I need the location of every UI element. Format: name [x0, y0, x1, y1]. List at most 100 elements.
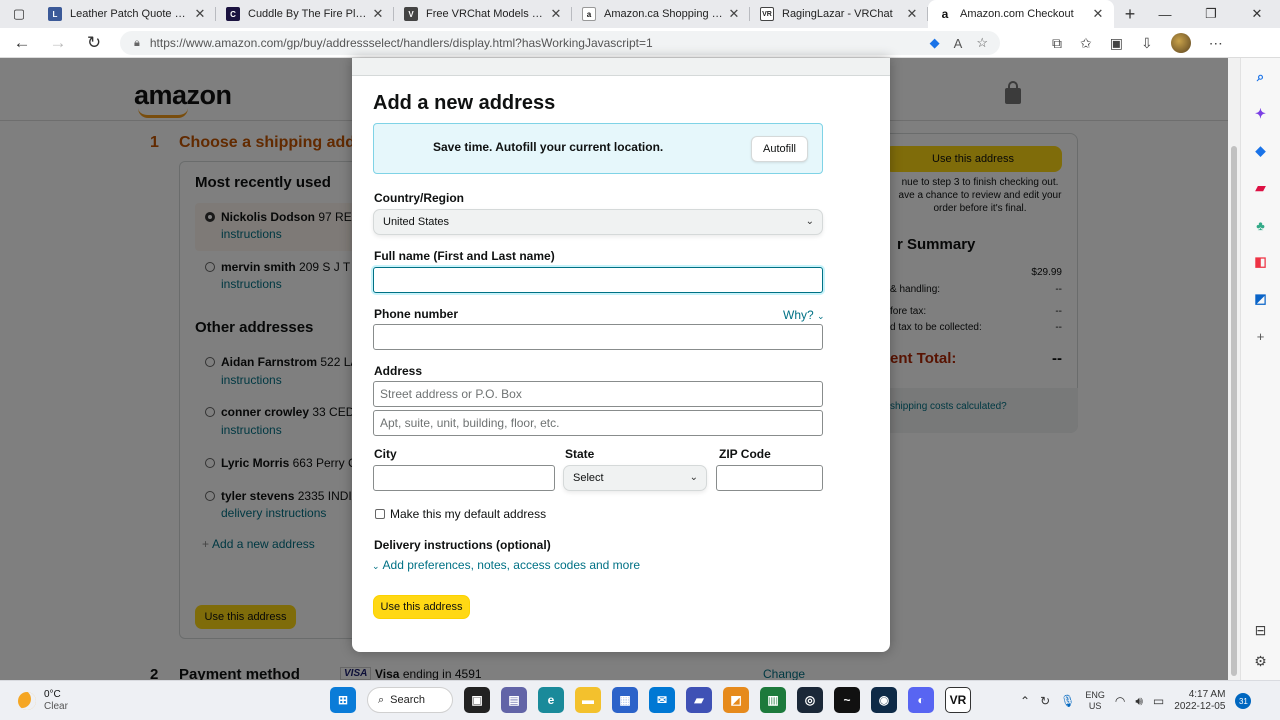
- toolbar-icons: ⧉ ✩ ▣ ⇩ ⋯: [1052, 28, 1223, 58]
- tab-close-icon[interactable]: ✕: [370, 6, 386, 22]
- weather-desc: Clear: [44, 701, 68, 712]
- modal-use-this-address-button[interactable]: Use this address: [373, 595, 470, 619]
- downloads-icon[interactable]: ⇩: [1141, 35, 1153, 52]
- add-sidebar-icon[interactable]: +: [1250, 325, 1272, 347]
- address-bar[interactable]: 🔒︎ https://www.amazon.com/gp/buy/address…: [120, 31, 1000, 55]
- zip-input[interactable]: [716, 465, 823, 491]
- city-input[interactable]: [373, 465, 555, 491]
- volume-icon[interactable]: 🔊︎: [1135, 694, 1143, 709]
- tools-icon[interactable]: ▰: [1250, 177, 1272, 199]
- edge-browser-icon[interactable]: e: [538, 687, 564, 713]
- teams-chat-icon[interactable]: ▤: [501, 687, 527, 713]
- browser-tab[interactable]: V Free VRChat Models & Avat ✕: [394, 0, 572, 28]
- tab-close-icon[interactable]: ✕: [904, 6, 920, 22]
- file-explorer-icon[interactable]: ▬: [575, 687, 601, 713]
- browser-tab[interactable]: C Cuddle By The Fire Place ✕: [216, 0, 394, 28]
- store-icon[interactable]: ▦: [612, 687, 638, 713]
- lock-icon[interactable]: 🔒︎: [134, 37, 140, 50]
- steam-icon[interactable]: ◎: [797, 687, 823, 713]
- tab-actions-icon[interactable]: ▢: [0, 0, 38, 28]
- discord-icon[interactable]: ◐: [908, 687, 934, 713]
- browser-tab[interactable]: VR RagingLazar - VRChat ✕: [750, 0, 928, 28]
- games-icon[interactable]: ♣: [1250, 214, 1272, 236]
- favorites-icon[interactable]: ✩: [1080, 35, 1092, 52]
- country-value: United States: [383, 216, 450, 228]
- office-icon[interactable]: ◧: [1250, 251, 1272, 273]
- clock-date: 2022-12-05: [1174, 701, 1226, 712]
- state-label: State: [565, 447, 595, 461]
- scrollbar-thumb[interactable]: [1231, 146, 1237, 676]
- add-address-modal: Add a new address Save time. Autofill yo…: [352, 58, 890, 652]
- minimize-icon[interactable]: —: [1142, 0, 1188, 28]
- taskbar-search[interactable]: ⌕ Search: [367, 687, 453, 713]
- search-icon[interactable]: ⌕: [1250, 66, 1272, 88]
- chevron-down-icon: ⌄: [372, 561, 380, 571]
- chevron-down-icon: ⌄: [817, 311, 825, 321]
- task-view-icon[interactable]: ▣: [464, 687, 490, 713]
- why-link-text: Why?: [783, 308, 814, 322]
- address-line2-input[interactable]: Apt, suite, unit, building, floor, etc.: [373, 410, 823, 436]
- phone-input[interactable]: [373, 324, 823, 350]
- tab-favicon-icon: a: [582, 7, 596, 21]
- url-text[interactable]: https://www.amazon.com/gp/buy/addresssel…: [150, 36, 653, 50]
- microphone-icon[interactable]: 🎙︎: [1060, 694, 1075, 708]
- windows-start-icon[interactable]: ⊞: [330, 687, 356, 713]
- chevron-up-icon[interactable]: ⌃: [1020, 694, 1030, 708]
- autofill-button[interactable]: Autofill: [751, 136, 808, 162]
- extensions-icon[interactable]: ⧉: [1052, 35, 1062, 52]
- back-icon[interactable]: ←: [4, 33, 40, 53]
- fullname-label: Full name (First and Last name): [374, 249, 555, 263]
- vpn-icon[interactable]: ▰: [686, 687, 712, 713]
- collections-icon[interactable]: ▣: [1110, 35, 1123, 52]
- clock[interactable]: 4:17 AM 2022-12-05: [1174, 689, 1225, 713]
- keyboard-region: US: [1088, 701, 1102, 711]
- battery-icon[interactable]: ▭: [1153, 694, 1164, 708]
- wifi-icon[interactable]: ◠: [1115, 694, 1125, 708]
- weather-widget[interactable]: 0°C Clear: [18, 689, 68, 713]
- country-select[interactable]: United States ⌄: [373, 209, 823, 235]
- language-indicator[interactable]: ENG US: [1085, 690, 1105, 712]
- discover-icon[interactable]: ✦: [1250, 103, 1272, 125]
- shopping-icon[interactable]: ◆: [1250, 140, 1272, 162]
- close-window-icon[interactable]: ✕: [1234, 0, 1280, 28]
- tab-title: RagingLazar - VRChat: [782, 8, 893, 20]
- read-aloud-icon[interactable]: A: [954, 36, 963, 51]
- tab-close-icon[interactable]: ✕: [726, 6, 742, 22]
- refresh-icon[interactable]: ↻: [76, 33, 112, 53]
- phone-why-link[interactable]: Why? ⌄: [783, 308, 825, 322]
- notification-badge[interactable]: 31: [1235, 693, 1252, 709]
- outlook-icon[interactable]: ◩: [1250, 288, 1272, 310]
- hide-sidebar-icon[interactable]: ⊟: [1255, 622, 1267, 639]
- tab-close-icon[interactable]: ✕: [1090, 6, 1106, 22]
- zip-label: ZIP Code: [719, 447, 771, 461]
- mail-icon[interactable]: ✉: [649, 687, 675, 713]
- browser-tab[interactable]: a Amazon.ca Shopping Cart ✕: [572, 0, 750, 28]
- page-scrollbar[interactable]: [1228, 58, 1240, 680]
- default-address-label[interactable]: Make this my default address: [390, 507, 546, 521]
- maximize-icon[interactable]: ❐: [1188, 0, 1234, 28]
- sync-icon[interactable]: ↻: [1040, 694, 1050, 708]
- chevron-down-icon: ⌄: [805, 216, 814, 227]
- add-preferences-link[interactable]: ⌄ Add preferences, notes, access codes an…: [372, 558, 640, 572]
- fullname-input[interactable]: [373, 267, 823, 293]
- address-line1-input[interactable]: Street address or P.O. Box: [373, 381, 823, 407]
- forward-icon[interactable]: →: [40, 33, 76, 53]
- terminal-icon[interactable]: ~: [834, 687, 860, 713]
- city-label: City: [374, 447, 397, 461]
- country-label: Country/Region: [374, 191, 464, 205]
- settings-icon[interactable]: ⚙: [1254, 653, 1267, 670]
- state-select[interactable]: Select ⌄: [563, 465, 707, 491]
- vrchat-icon[interactable]: VR: [945, 687, 971, 713]
- coupon-icon[interactable]: ◆: [930, 35, 940, 51]
- more-menu-icon[interactable]: ⋯: [1209, 35, 1223, 52]
- favorite-icon[interactable]: ☆: [976, 35, 988, 51]
- tab-close-icon[interactable]: ✕: [192, 6, 208, 22]
- vrchat-launcher-icon[interactable]: ◉: [871, 687, 897, 713]
- paint-icon[interactable]: ◩: [723, 687, 749, 713]
- browser-tab[interactable]: L Leather Patch Quote Reque ✕: [38, 0, 216, 28]
- default-address-checkbox[interactable]: [375, 509, 385, 519]
- browser-tab-active[interactable]: a Amazon.com Checkout ✕: [928, 0, 1114, 28]
- tab-close-icon[interactable]: ✕: [548, 6, 564, 22]
- excel-icon[interactable]: ▥: [760, 687, 786, 713]
- profile-avatar[interactable]: [1170, 33, 1191, 53]
